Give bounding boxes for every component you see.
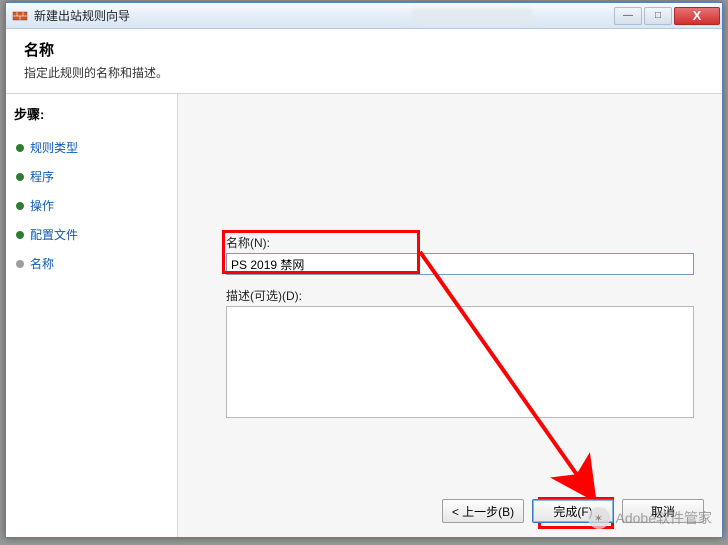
step-action[interactable]: 操作 <box>14 191 169 220</box>
step-label: 规则类型 <box>30 139 78 156</box>
form-area: 名称(N): 描述(可选)(D): <box>226 234 694 421</box>
steps-title: 步骤: <box>14 104 169 123</box>
titlebar-blur <box>412 9 532 23</box>
bullet-icon <box>16 260 24 268</box>
step-rule-type[interactable]: 规则类型 <box>14 133 169 162</box>
step-name[interactable]: 名称 <box>14 249 169 278</box>
wizard-window: 新建出站规则向导 — □ X 名称 指定此规则的名称和描述。 步骤: 规则类型 … <box>5 2 723 538</box>
name-input[interactable] <box>226 253 694 275</box>
bullet-icon <box>16 144 24 152</box>
step-label: 程序 <box>30 168 54 185</box>
step-program[interactable]: 程序 <box>14 162 169 191</box>
bullet-icon <box>16 202 24 210</box>
step-label: 配置文件 <box>30 226 78 243</box>
page-subtitle: 指定此规则的名称和描述。 <box>24 64 704 81</box>
cancel-button[interactable]: 取消 <box>622 499 704 523</box>
titlebar: 新建出站规则向导 — □ X <box>6 3 722 29</box>
close-button[interactable]: X <box>674 7 720 25</box>
page-title: 名称 <box>24 39 704 60</box>
description-label: 描述(可选)(D): <box>226 287 694 304</box>
content: 名称 指定此规则的名称和描述。 步骤: 规则类型 程序 操作 <box>6 29 722 537</box>
step-label: 操作 <box>30 197 54 214</box>
bullet-icon <box>16 231 24 239</box>
main-panel: 名称(N): 描述(可选)(D): <box>178 94 722 537</box>
maximize-button[interactable]: □ <box>644 7 672 25</box>
minimize-button[interactable]: — <box>614 7 642 25</box>
finish-button[interactable]: 完成(F) <box>532 499 614 523</box>
wizard-body: 步骤: 规则类型 程序 操作 配置文件 <box>6 94 722 537</box>
bullet-icon <box>16 173 24 181</box>
name-label: 名称(N): <box>226 234 694 251</box>
description-textarea[interactable] <box>226 306 694 418</box>
firewall-icon <box>12 8 28 24</box>
back-button[interactable]: < 上一步(B) <box>442 499 524 523</box>
step-label: 名称 <box>30 255 54 272</box>
wizard-header: 名称 指定此规则的名称和描述。 <box>6 29 722 94</box>
window-title: 新建出站规则向导 <box>34 7 412 24</box>
step-profile[interactable]: 配置文件 <box>14 220 169 249</box>
steps-sidebar: 步骤: 规则类型 程序 操作 配置文件 <box>6 94 178 537</box>
button-row: < 上一步(B) 完成(F) 取消 <box>442 499 704 523</box>
